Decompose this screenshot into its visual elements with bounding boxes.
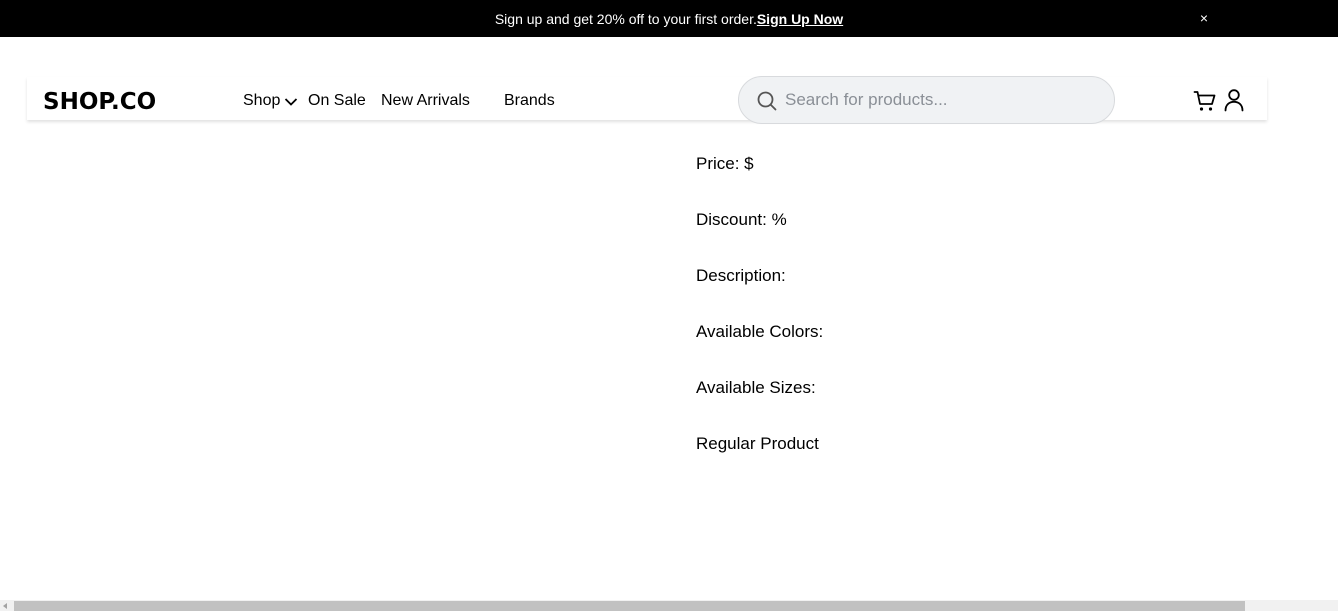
main-navbar: SHOP.CO Shop On Sale New Arrivals Brands: [27, 76, 1267, 124]
close-promo-button[interactable]: ×: [1196, 10, 1212, 26]
search-bar[interactable]: [738, 76, 1115, 124]
chevron-down-icon: [285, 97, 298, 106]
product-colors: Available Colors:: [696, 322, 824, 341]
search-input[interactable]: [785, 77, 1105, 123]
user-icon[interactable]: [1223, 88, 1245, 112]
product-price: Price: $: [696, 154, 754, 173]
scroll-left-arrow-icon[interactable]: [3, 603, 7, 609]
nav-new-arrivals[interactable]: New Arrivals: [381, 91, 470, 111]
product-type: Regular Product: [696, 434, 819, 453]
product-description: Description:: [696, 266, 786, 285]
close-icon: ×: [1199, 10, 1209, 26]
sign-up-link[interactable]: Sign Up Now: [757, 11, 843, 27]
nav-shop-label: Shop: [243, 92, 281, 109]
nav-shop-dropdown[interactable]: Shop: [243, 91, 298, 111]
cart-icon[interactable]: [1193, 89, 1217, 113]
search-icon: [757, 91, 777, 111]
site-logo[interactable]: SHOP.CO: [43, 91, 156, 114]
horizontal-scrollbar[interactable]: [0, 600, 1338, 611]
product-details: Price: $ Discount: % Description: Availa…: [696, 154, 823, 490]
product-discount: Discount: %: [696, 210, 787, 229]
promo-text: Sign up and get 20% off to your first or…: [494, 10, 757, 27]
scrollbar-thumb[interactable]: [14, 601, 1245, 611]
nav-on-sale[interactable]: On Sale: [308, 91, 366, 111]
product-sizes: Available Sizes:: [696, 378, 816, 397]
nav-brands[interactable]: Brands: [504, 91, 555, 111]
promo-bar: Sign up and get 20% off to your first or…: [0, 0, 1338, 37]
